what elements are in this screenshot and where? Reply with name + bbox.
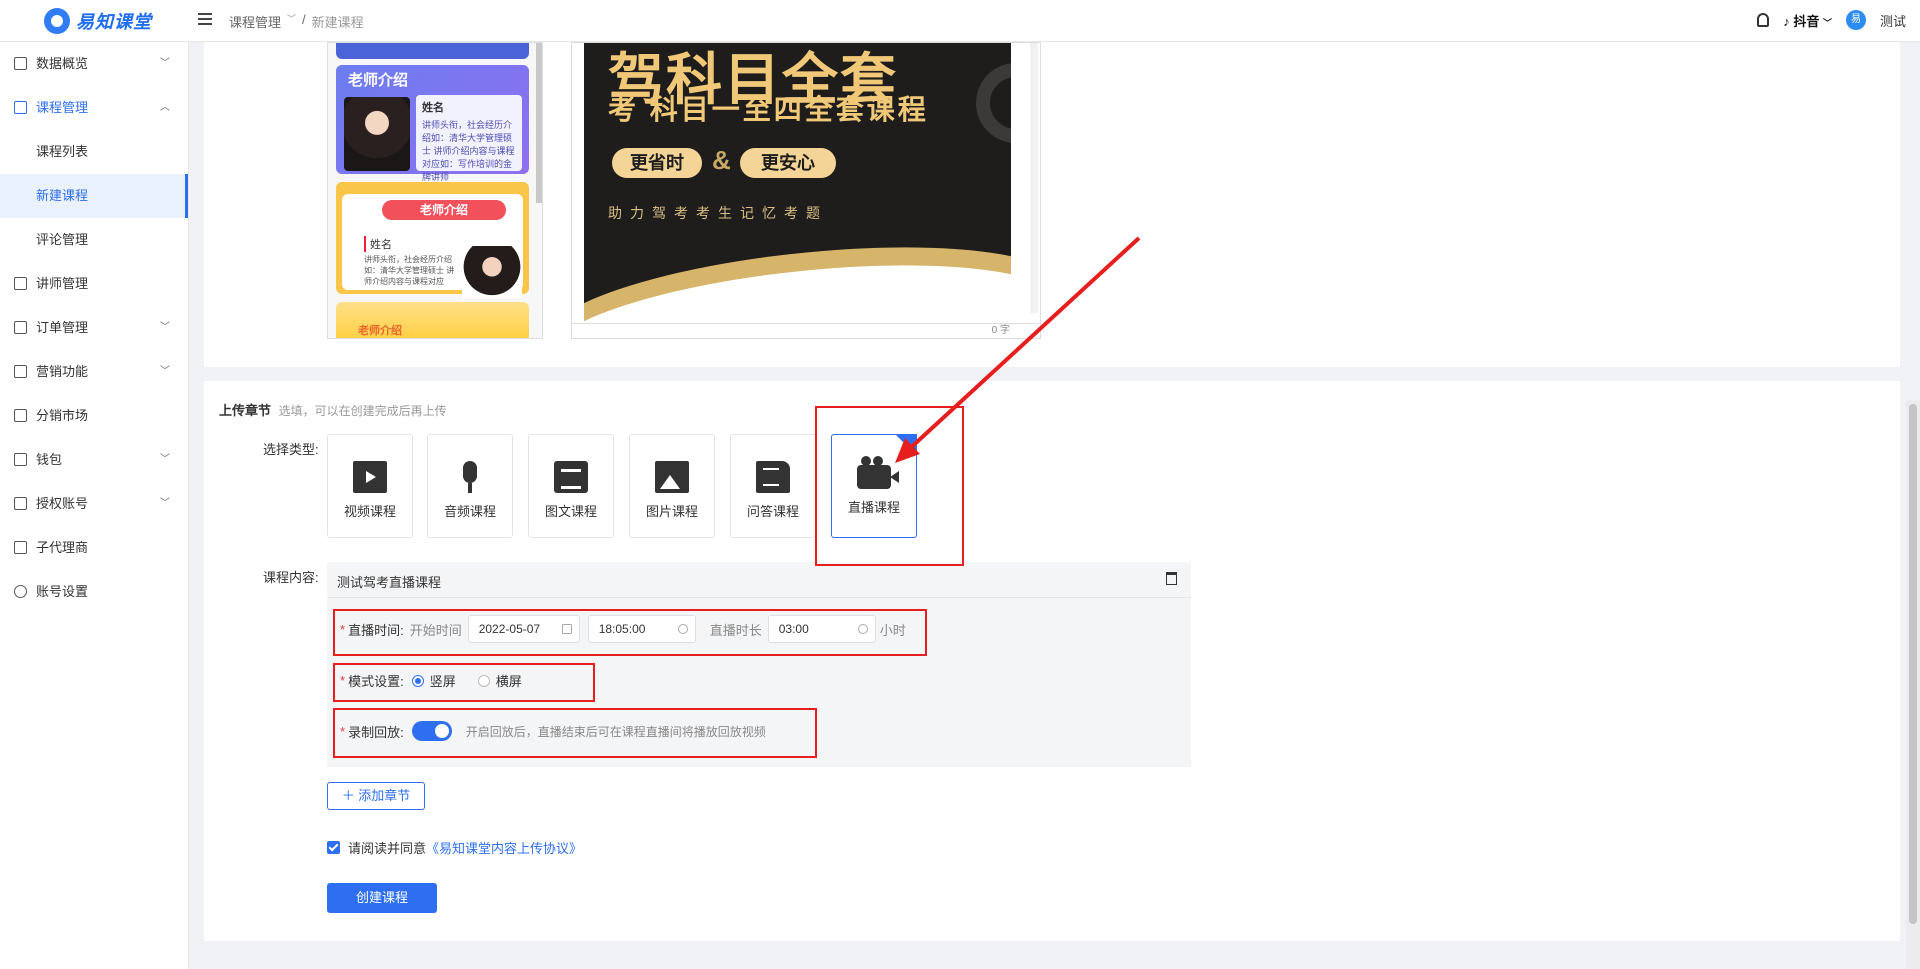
annotation-arrow-icon — [895, 236, 1141, 463]
arrow-line — [904, 236, 1141, 454]
